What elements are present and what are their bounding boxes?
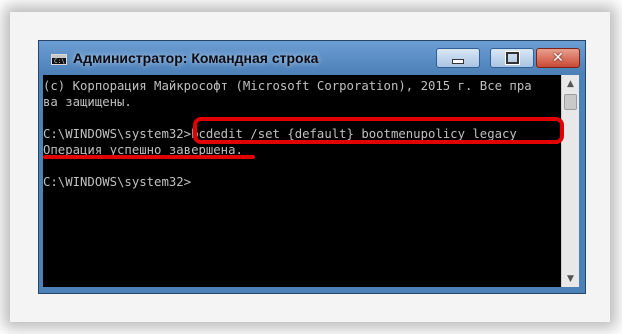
maximize-button[interactable]: [490, 48, 534, 68]
highlight-box: [193, 117, 564, 144]
highlight-underline: [43, 155, 255, 159]
scroll-down-icon[interactable]: ▼: [562, 270, 579, 287]
minimize-button[interactable]: [436, 48, 480, 68]
scroll-thumb[interactable]: [564, 94, 577, 110]
window-title: Администратор: Командная строка: [73, 50, 319, 66]
command-prompt-window: C:\ Администратор: Командная строка ✕ (c…: [38, 40, 586, 294]
vertical-scrollbar[interactable]: ▲ ▼: [561, 75, 579, 287]
console-output[interactable]: (c) Корпорация Майкрософт (Microsoft Cor…: [43, 75, 561, 287]
scroll-up-icon[interactable]: ▲: [562, 75, 579, 92]
title-bar[interactable]: C:\ Администратор: Командная строка ✕: [39, 41, 585, 75]
maximize-icon: [505, 52, 519, 64]
minimize-icon: [452, 58, 464, 64]
console-line: (c) Корпорация Майкрософт (Microsoft Cor…: [43, 79, 532, 93]
cmd-icon[interactable]: C:\: [51, 54, 67, 65]
prompt-line: C:\WINDOWS\system32>: [43, 175, 192, 189]
close-button[interactable]: ✕: [536, 48, 580, 68]
console-line: ва защищены.: [43, 95, 132, 109]
close-icon: ✕: [552, 50, 564, 66]
